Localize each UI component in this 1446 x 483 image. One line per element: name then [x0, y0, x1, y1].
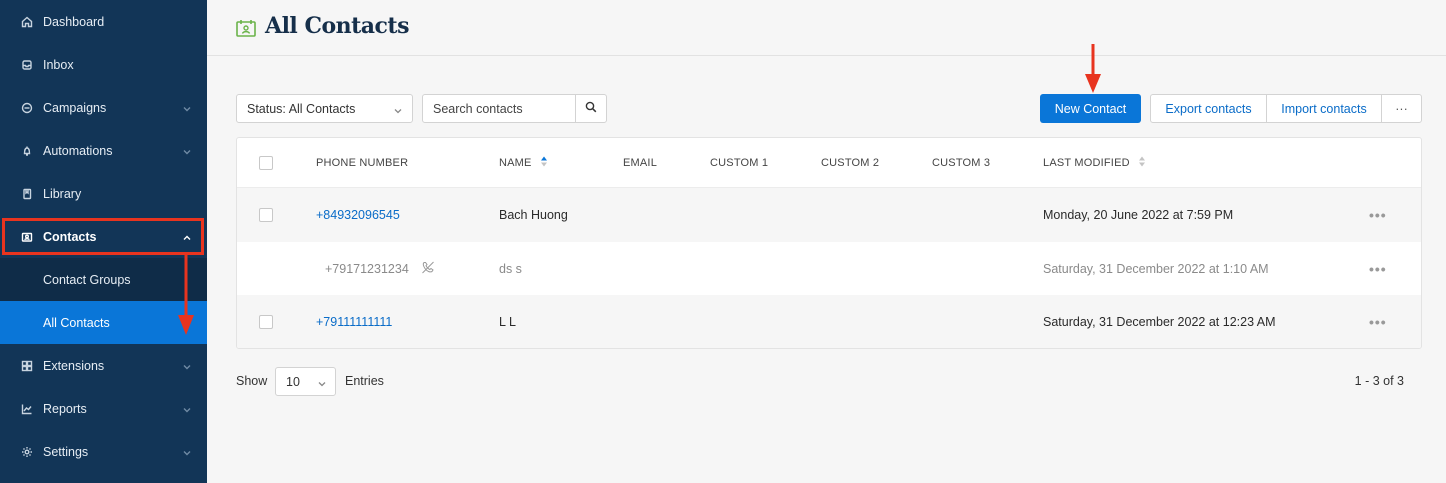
sidebar-item-label: Automations [43, 143, 113, 158]
column-header-last-modified-label: LAST MODIFIED [1043, 156, 1130, 169]
sidebar-item-label: Campaigns [43, 100, 107, 115]
settings-icon [20, 445, 34, 459]
reports-icon [20, 402, 34, 416]
search-input[interactable] [423, 95, 576, 122]
sidebar: Dashboard Inbox Campaigns Automations Li… [0, 0, 207, 483]
contact-actions-group: Export contacts Import contacts ··· [1150, 94, 1422, 123]
contacts-icon [20, 230, 34, 244]
last-modified: Saturday, 31 December 2022 at 12:23 AM [1043, 314, 1276, 329]
column-header-name-label: NAME [499, 156, 532, 169]
table-header-row: PHONE NUMBER NAME EMAIL CUSTOM 1 CUSTOM … [237, 138, 1421, 188]
sidebar-item-contact-groups[interactable]: Contact Groups [0, 258, 207, 301]
column-header-phone[interactable]: PHONE NUMBER [316, 157, 408, 169]
chevron-down-icon [182, 103, 192, 113]
sort-ascending-icon [540, 155, 548, 170]
campaigns-icon [20, 101, 34, 115]
chevron-down-icon [182, 447, 192, 457]
sidebar-item-library[interactable]: Library [0, 172, 207, 215]
column-header-name[interactable]: NAME [499, 155, 548, 170]
page-header: All Contacts [207, 0, 1446, 56]
status-filter-select[interactable]: Status: All Contacts [236, 94, 413, 123]
row-checkbox[interactable] [259, 314, 273, 329]
column-header-custom-2[interactable]: CUSTOM 2 [821, 157, 879, 169]
phone-link[interactable]: +79111111111 [316, 315, 392, 329]
new-contact-button[interactable]: New Contact [1040, 94, 1141, 123]
page-size-select[interactable]: 10 [275, 367, 336, 396]
row-menu-button[interactable]: ••• [1369, 261, 1387, 277]
sidebar-item-label: Settings [43, 444, 89, 459]
column-header-email[interactable]: EMAIL [623, 157, 657, 169]
contact-name: ds s [499, 261, 522, 276]
search-button[interactable] [575, 95, 606, 122]
sidebar-item-label: Dashboard [43, 14, 105, 29]
last-modified: Saturday, 31 December 2022 at 1:10 AM [1043, 261, 1269, 276]
chevron-down-icon [182, 404, 192, 414]
entries-label: Entries [345, 374, 384, 388]
contacts-table: PHONE NUMBER NAME EMAIL CUSTOM 1 CUSTOM … [236, 137, 1422, 349]
sidebar-item-label: Extensions [43, 358, 105, 373]
sidebar-item-reports[interactable]: Reports [0, 387, 207, 430]
status-filter-value: Status: All Contacts [247, 101, 356, 116]
column-header-last-modified[interactable]: LAST MODIFIED [1043, 155, 1146, 170]
sidebar-item-inbox[interactable]: Inbox [0, 43, 207, 86]
table-row[interactable]: +79171231234 ds s Saturday, 31 December … [237, 242, 1421, 295]
chevron-down-icon [393, 105, 403, 119]
more-actions-button[interactable]: ··· [1382, 95, 1421, 122]
import-contacts-button[interactable]: Import contacts [1267, 95, 1382, 122]
sidebar-item-label: Contacts [43, 229, 97, 244]
library-icon [20, 187, 34, 201]
phone-link[interactable]: +84932096545 [316, 208, 400, 222]
search-icon [585, 101, 597, 116]
contact-name: L L [499, 314, 516, 329]
chevron-down-icon [317, 378, 327, 392]
row-menu-button[interactable]: ••• [1369, 207, 1387, 223]
last-modified: Monday, 20 June 2022 at 7:59 PM [1043, 208, 1234, 222]
show-label: Show [236, 374, 268, 388]
chevron-up-icon [182, 232, 192, 242]
extensions-icon [20, 359, 34, 373]
chevron-down-icon [182, 361, 192, 371]
row-menu-button[interactable]: ••• [1369, 314, 1387, 330]
sidebar-item-campaigns[interactable]: Campaigns [0, 86, 207, 129]
export-contacts-button[interactable]: Export contacts [1151, 95, 1267, 122]
sidebar-item-automations[interactable]: Automations [0, 129, 207, 172]
sidebar-item-label: Reports [43, 401, 87, 416]
table-row[interactable]: +84932096545 Bach Huong Monday, 20 June … [237, 188, 1421, 242]
home-icon [20, 15, 34, 29]
page-title: All Contacts [265, 13, 409, 39]
automations-icon [20, 144, 34, 158]
page-size-value: 10 [286, 374, 300, 389]
contacts-calendar-icon [236, 19, 256, 37]
sidebar-item-label: Inbox [43, 57, 74, 72]
sort-icon [1138, 155, 1146, 170]
phone-number: +79171231234 [325, 261, 409, 276]
search-box [422, 94, 607, 123]
table-row[interactable]: +79111111111 L L Saturday, 31 December 2… [237, 295, 1421, 348]
sidebar-item-all-contacts[interactable]: All Contacts [0, 301, 207, 344]
sidebar-item-label: All Contacts [43, 315, 110, 330]
row-checkbox[interactable] [259, 208, 273, 222]
column-header-custom-3[interactable]: CUSTOM 3 [932, 157, 990, 169]
select-all-checkbox[interactable] [259, 155, 273, 170]
sidebar-item-settings[interactable]: Settings [0, 430, 207, 473]
inbox-icon [20, 58, 34, 72]
sidebar-item-dashboard[interactable]: Dashboard [0, 0, 207, 43]
sidebar-item-label: Library [43, 186, 82, 201]
column-header-custom-1[interactable]: CUSTOM 1 [710, 157, 768, 169]
sidebar-item-extensions[interactable]: Extensions [0, 344, 207, 387]
sidebar-item-label: Contact Groups [43, 272, 131, 287]
pagination-range: 1 - 3 of 3 [1354, 374, 1404, 388]
contact-name: Bach Huong [499, 208, 568, 222]
sidebar-item-contacts[interactable]: Contacts [0, 215, 207, 258]
phone-blocked-icon [421, 260, 435, 277]
chevron-down-icon [182, 146, 192, 156]
